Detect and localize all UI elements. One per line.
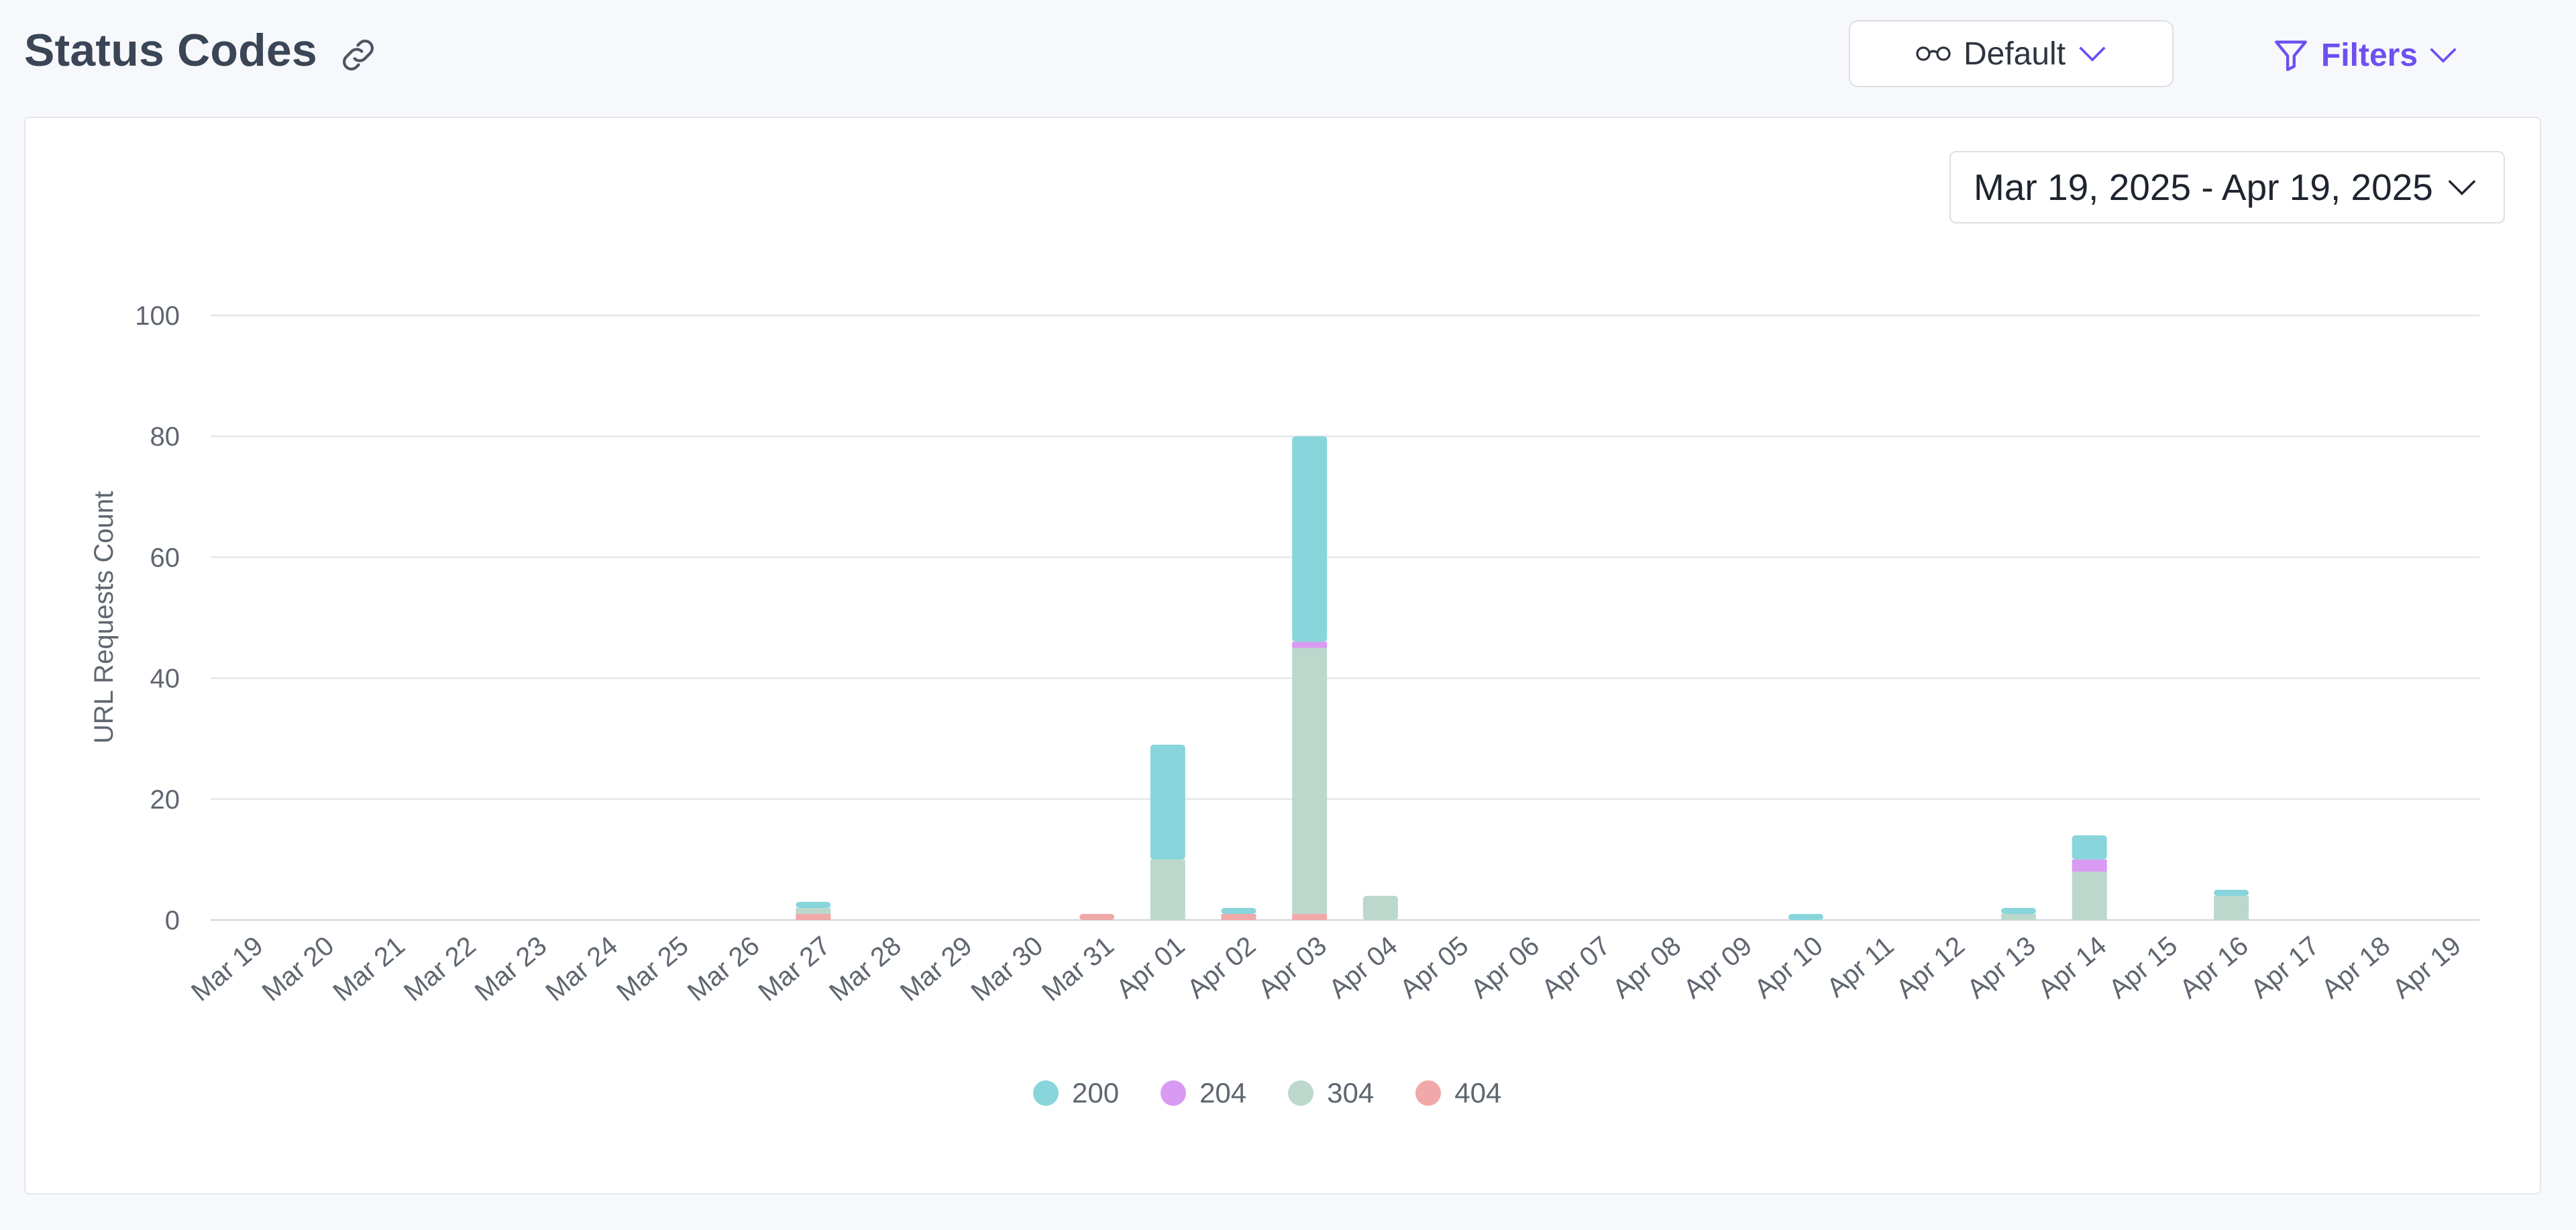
x-tick-label: Mar 31 (1036, 931, 1120, 1007)
page: Status Codes Default Filters Mar 19, 202… (0, 0, 2576, 1230)
bar-segment-404[interactable] (1079, 913, 1115, 920)
chart: 020406080100 Mar 19Mar 20Mar 21Mar 22Mar… (89, 301, 2479, 1007)
legend-dot (1033, 1080, 1059, 1106)
bar-segment-304[interactable] (1362, 895, 1398, 920)
x-axis-ticks: Mar 19Mar 20Mar 21Mar 22Mar 23Mar 24Mar … (186, 931, 2467, 1007)
legend-dot (1288, 1080, 1314, 1106)
y-axis-ticks: 0 20 40 60 80 100 (135, 301, 180, 935)
bar-segment-304[interactable] (2214, 895, 2249, 920)
legend-dot (1415, 1080, 1442, 1106)
bar-segment-304[interactable] (796, 907, 831, 914)
x-tick-label: Apr 07 (1536, 931, 1616, 1004)
y-tick-label: 40 (150, 664, 180, 694)
bar-segment-204[interactable] (1292, 642, 1328, 648)
x-tick-label: Apr 14 (2033, 931, 2112, 1004)
x-tick-label: Apr 02 (1182, 931, 1262, 1004)
legend-label: 304 (1327, 1077, 1375, 1109)
x-tick-label: Mar 30 (966, 931, 1049, 1007)
x-tick-label: Mar 21 (327, 931, 411, 1007)
x-tick-label: Mar 22 (398, 931, 482, 1007)
x-tick-label: Apr 19 (2387, 931, 2467, 1004)
legend-item-200[interactable]: 200 (1033, 1077, 1119, 1109)
y-tick-label: 80 (150, 422, 180, 452)
grid-layer (211, 314, 2479, 921)
bar-segment-404[interactable] (1221, 913, 1256, 920)
bar-segment-204[interactable] (2072, 859, 2107, 872)
x-tick-label: Apr 17 (2245, 931, 2325, 1004)
y-tick-label: 60 (150, 543, 180, 572)
y-tick-label: 0 (165, 906, 180, 935)
bar-segment-304[interactable] (2001, 913, 2037, 920)
x-tick-label: Mar 20 (257, 931, 340, 1007)
bar-segment-200[interactable] (2214, 889, 2249, 896)
bar-segment-304[interactable] (1292, 648, 1328, 914)
x-tick-label: Apr 15 (2104, 931, 2184, 1004)
legend-item-404[interactable]: 404 (1415, 1077, 1501, 1109)
x-tick-label: Apr 18 (2316, 931, 2396, 1004)
x-tick-label: Mar 27 (753, 931, 836, 1007)
bar-segment-304[interactable] (1150, 859, 1185, 920)
legend-label: 404 (1454, 1077, 1502, 1109)
bar-segment-200[interactable] (2072, 835, 2107, 860)
bar-segment-200[interactable] (796, 901, 831, 908)
x-tick-label: Apr 03 (1252, 931, 1332, 1004)
bar-segment-200[interactable] (1150, 744, 1185, 860)
x-tick-label: Apr 08 (1607, 931, 1687, 1004)
bar-segment-304[interactable] (2072, 871, 2107, 920)
x-tick-label: Apr 06 (1465, 931, 1545, 1004)
bar-segment-200[interactable] (1221, 907, 1256, 914)
legend-item-204[interactable]: 204 (1161, 1077, 1246, 1109)
bar-segment-404[interactable] (796, 913, 831, 920)
y-axis-label: URL Requests Count (89, 491, 119, 744)
x-tick-label: Mar 19 (186, 931, 269, 1007)
x-tick-label: Apr 09 (1678, 931, 1758, 1004)
x-tick-label: Mar 26 (682, 931, 765, 1007)
x-tick-label: Apr 10 (1749, 931, 1829, 1004)
x-tick-label: Apr 12 (1891, 931, 1971, 1004)
y-tick-label: 100 (135, 301, 180, 331)
x-tick-label: Apr 01 (1111, 931, 1191, 1004)
x-tick-label: Apr 04 (1324, 931, 1403, 1004)
x-tick-label: Mar 25 (611, 931, 694, 1007)
bar-segment-200[interactable] (2001, 907, 2037, 914)
x-tick-label: Mar 29 (895, 931, 978, 1007)
x-tick-label: Apr 05 (1395, 931, 1474, 1004)
x-tick-label: Mar 23 (470, 931, 553, 1007)
x-tick-label: Apr 16 (2174, 931, 2254, 1004)
legend-item-304[interactable]: 304 (1288, 1077, 1374, 1109)
chart-legend: 200 204 304 404 (1033, 1077, 1501, 1109)
bar-segment-404[interactable] (1292, 913, 1328, 920)
x-tick-label: Mar 28 (824, 931, 907, 1007)
legend-dot (1161, 1080, 1187, 1106)
y-tick-label: 20 (150, 785, 180, 815)
bar-segment-200[interactable] (1292, 436, 1328, 642)
x-tick-label: Mar 24 (540, 931, 623, 1007)
x-tick-label: Apr 11 (1821, 931, 1899, 1003)
bar-segment-200[interactable] (1788, 913, 1823, 920)
x-tick-label: Apr 13 (1962, 931, 2041, 1004)
legend-label: 200 (1072, 1077, 1120, 1109)
legend-label: 204 (1199, 1077, 1247, 1109)
